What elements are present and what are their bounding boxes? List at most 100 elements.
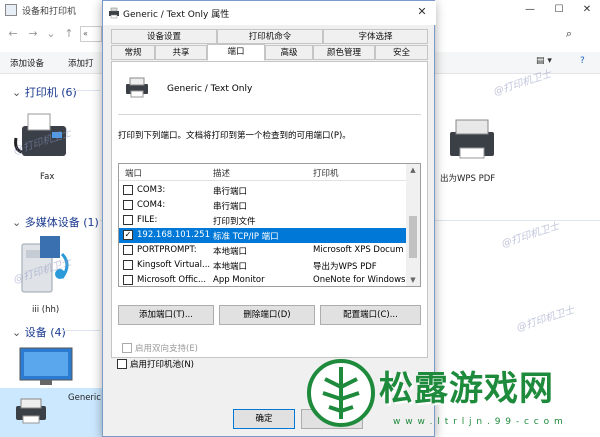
leaf-logo-icon — [307, 359, 375, 427]
pooling-checkbox[interactable]: 启用打印机池(N) — [117, 358, 194, 370]
port-row[interactable]: COM4: 串行端口 — [119, 198, 406, 213]
fax-label: Fax — [40, 172, 55, 182]
port-checkbox[interactable] — [123, 185, 133, 195]
add-device-button[interactable]: 添加设备 — [10, 57, 44, 69]
generic-printer-label: Generic — [68, 393, 101, 403]
add-printer-button[interactable]: 添加打 — [68, 57, 94, 69]
port-printer: Microsoft XPS Docum — [313, 245, 404, 255]
port-checkbox[interactable] — [123, 275, 133, 285]
help-icon[interactable]: ? — [580, 56, 585, 66]
port-description: 串行端口 — [213, 187, 248, 197]
tab-font-selection[interactable]: 字体选择 — [323, 29, 428, 44]
tab-ports[interactable]: 端口 — [207, 44, 265, 61]
group-multimedia[interactable]: ⌄ 多媒体设备 (1) — [12, 214, 99, 230]
ports-list[interactable]: 端口 描述 打印机 COM3: 串行端口 COM4: 串行端口 FILE: 打印到文件 ✓ 1… — [118, 163, 421, 287]
printer-icon — [126, 77, 148, 98]
port-description: App Monitor — [213, 275, 265, 285]
address-bar[interactable]: « — [80, 26, 102, 42]
divider — [118, 114, 421, 115]
port-row[interactable]: Kingsoft Virtual... 本地端口 导出为WPS PDF — [119, 258, 406, 273]
wps-printer-label: 出为WPS PDF — [440, 174, 496, 184]
port-row[interactable]: COM3: 串行端口 — [119, 183, 406, 198]
pooling-label: 启用打印机池(N) — [130, 360, 194, 370]
tab-security[interactable]: 安全 — [375, 45, 428, 60]
add-port-button[interactable]: 添加端口(T)... — [118, 305, 214, 325]
port-row[interactable]: PORTPROMPT: 本地端口 Microsoft XPS Docum — [119, 243, 406, 258]
chevron-down-icon: ⌄ — [12, 86, 25, 99]
port-description: 本地端口 — [213, 262, 248, 272]
port-printer: OneNote for Windows — [313, 275, 405, 285]
port-name: COM3: — [137, 185, 166, 195]
ports-panel: Generic / Text Only 打印到下列端口。文档将打印到第一个检查到… — [111, 61, 428, 358]
printer-icon — [109, 7, 119, 19]
printer-icon[interactable] — [446, 112, 498, 162]
group-divider — [70, 90, 100, 91]
group-multimedia-label: 多媒体设备 (1) — [24, 216, 99, 229]
printer-icon — [16, 398, 46, 424]
bidirectional-label: 启用双向支持(E) — [135, 344, 199, 354]
port-name: PORTPROMPT: — [137, 245, 197, 255]
column-printer[interactable]: 打印机 — [313, 167, 339, 179]
chevron-down-icon[interactable]: ⌄ — [44, 27, 58, 41]
site-logo: 松露游戏网 w w w . l t r l j n . 9 9 - c c o … — [303, 355, 600, 437]
maximize-icon[interactable]: ☐ — [551, 2, 567, 18]
tab-sharing[interactable]: 共享 — [155, 45, 207, 60]
port-name: COM4: — [137, 200, 166, 210]
ports-list-header: 端口 描述 打印机 — [119, 164, 406, 181]
ok-button[interactable]: 确定 — [233, 409, 295, 429]
checkbox-box — [117, 359, 127, 369]
port-checkbox[interactable] — [123, 215, 133, 225]
group-printers[interactable]: ⌄ 打印机 (6) — [12, 84, 77, 100]
search-icon[interactable]: ⌕ — [562, 27, 576, 41]
bidirectional-checkbox[interactable]: 启用双向支持(E) — [122, 342, 198, 354]
media-device-label: iii (hh) — [32, 305, 60, 315]
printer-name: Generic / Text Only — [167, 84, 253, 94]
tab-device-settings[interactable]: 设备设置 — [111, 29, 217, 44]
port-name: Kingsoft Virtual... — [137, 260, 211, 270]
port-name: Microsoft Offic... — [137, 275, 207, 285]
port-description: 打印到文件 — [213, 217, 256, 227]
port-row[interactable]: Microsoft Offic... App Monitor OneNote for… — [119, 273, 406, 286]
watermark: @打印机卫士 — [515, 304, 576, 334]
port-checkbox[interactable] — [123, 200, 133, 210]
column-port[interactable]: 端口 — [125, 167, 142, 179]
port-checkbox[interactable] — [123, 260, 133, 270]
bg-window-title: 设备和打印机 — [22, 7, 77, 17]
group-devices-label: 设备 (4) — [24, 326, 66, 339]
minimize-icon[interactable]: — — [522, 2, 538, 18]
close-icon[interactable]: ✕ — [414, 4, 430, 20]
port-name: FILE: — [137, 215, 158, 225]
ports-scrollbar[interactable]: ▲ ▼ — [406, 164, 420, 286]
forward-arrow-icon[interactable]: → — [26, 27, 40, 41]
group-divider — [60, 330, 100, 331]
back-arrow-icon[interactable]: ← — [6, 27, 20, 41]
monitor-icon[interactable] — [16, 346, 76, 388]
up-arrow-icon[interactable]: ↑ — [62, 27, 76, 41]
tab-advanced[interactable]: 高级 — [265, 45, 313, 60]
view-options-icon[interactable]: ▤ ▾ — [536, 56, 552, 66]
tab-printer-commands[interactable]: 打印机命令 — [217, 29, 323, 44]
tab-color-management[interactable]: 颜色管理 — [313, 45, 375, 60]
group-devices[interactable]: ⌄ 设备 (4) — [12, 324, 66, 340]
scroll-down-icon[interactable]: ▼ — [406, 274, 420, 286]
scroll-thumb[interactable] — [409, 216, 417, 258]
watermark: @打印机卫士 — [500, 220, 561, 250]
port-checkbox[interactable] — [123, 245, 133, 255]
configure-port-button[interactable]: 配置端口(C)... — [320, 305, 421, 325]
port-checkbox[interactable]: ✓ — [123, 230, 133, 240]
port-row[interactable]: FILE: 打印到文件 — [119, 213, 406, 228]
port-name: 192.168.101.251 — [137, 230, 211, 240]
port-row[interactable]: ✓ 192.168.101.251 标准 TCP/IP 端口 — [119, 228, 406, 243]
scroll-up-icon[interactable]: ▲ — [406, 164, 420, 176]
column-description[interactable]: 描述 — [213, 167, 230, 179]
devices-window-icon — [5, 4, 17, 16]
group-printers-label: 打印机 (6) — [24, 86, 77, 99]
print-to-instruction: 打印到下列端口。文档将打印到第一个检查到的可用端口(P)。 — [118, 131, 351, 141]
port-description: 标准 TCP/IP 端口 — [213, 232, 279, 242]
tab-general[interactable]: 常规 — [111, 45, 155, 60]
delete-port-button[interactable]: 删除端口(D) — [219, 305, 315, 325]
close-icon[interactable]: ✕ — [579, 2, 595, 18]
dialog-titlebar: Generic / Text Only 属性 ✕ — [103, 1, 436, 25]
logo-url: w w w . l t r l j n . 9 9 - c c o m — [393, 417, 564, 427]
chevron-down-icon: ⌄ — [12, 216, 25, 229]
